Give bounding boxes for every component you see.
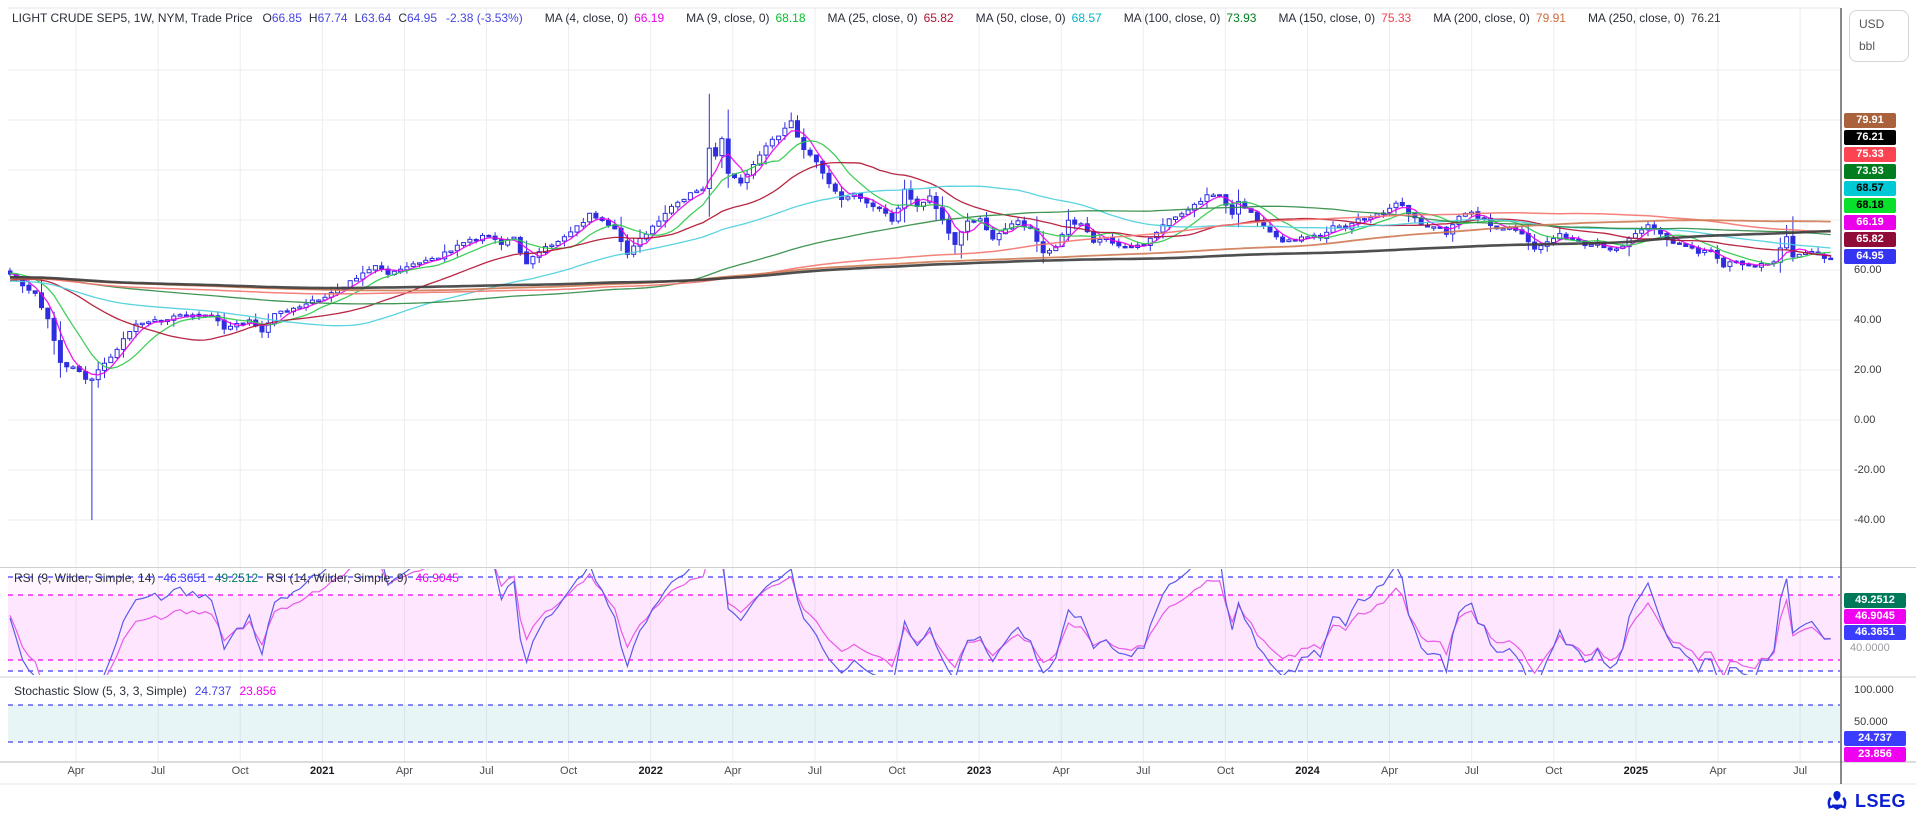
price-axis-tick: 20.00 <box>1854 364 1882 376</box>
x-axis-label: Jul <box>780 765 850 777</box>
x-axis-label: Jul <box>1108 765 1178 777</box>
price-axis-badge: 68.57 <box>1844 181 1896 196</box>
ma-legend-item[interactable]: MA (9, close, 0)68.18 <box>686 11 805 25</box>
rsi-title-segment: 46.3651 <box>163 571 206 585</box>
axis-unit-label: bbl <box>1859 39 1875 53</box>
price-axis-badge: 76.21 <box>1844 130 1896 145</box>
x-axis-label: Jul <box>452 765 522 777</box>
rsi-title-segment: 49.2512 <box>215 571 258 585</box>
lseg-logo: LSEG <box>1824 790 1906 812</box>
x-axis-label: 2022 <box>616 765 686 777</box>
ohlc-values: O66.85 H67.74 L63.64 C64.95 <box>263 11 445 25</box>
stoch-title-segment: 24.737 <box>195 684 232 698</box>
ma-legend-item[interactable]: MA (150, close, 0)75.33 <box>1278 11 1411 25</box>
x-axis-label: Oct <box>862 765 932 777</box>
lseg-logo-text: LSEG <box>1855 791 1906 812</box>
rsi-panel-title[interactable]: RSI (9, Wilder, Simple, 14) 46.3651 49.251… <box>14 571 467 585</box>
rsi-axis-badge: 46.9045 <box>1844 609 1906 624</box>
price-axis-tick: 40.00 <box>1854 314 1882 326</box>
ma-legend-item[interactable]: MA (200, close, 0)79.91 <box>1433 11 1566 25</box>
price-axis-tick: -40.00 <box>1854 514 1885 526</box>
price-axis-badge: 73.93 <box>1844 164 1896 179</box>
price-axis-tick: 0.00 <box>1854 414 1875 426</box>
x-axis-label: Apr <box>41 765 111 777</box>
ma-legend-item[interactable]: MA (100, close, 0)73.93 <box>1124 11 1257 25</box>
x-axis-label: Jul <box>1437 765 1507 777</box>
axis-unit-selector[interactable]: USD bbl <box>1849 10 1909 62</box>
price-axis-badge: 66.19 <box>1844 215 1896 230</box>
chart-legend: LIGHT CRUDE SEP5, 1W, NYM, Trade Price O… <box>12 11 1721 25</box>
ohlc-item: O66.85 <box>263 11 302 25</box>
price-axis-tick: 60.00 <box>1854 264 1882 276</box>
x-axis-label: Apr <box>1355 765 1425 777</box>
rsi-title-segment: RSI (14, Wilder, Simple, 9) <box>266 571 407 585</box>
x-axis-label: Apr <box>369 765 439 777</box>
change-value: -2.38 (-3.53%) <box>446 11 523 25</box>
ohlc-item: H67.74 <box>309 11 348 25</box>
rsi-title-segment: RSI (9, Wilder, Simple, 14) <box>14 571 155 585</box>
rsi-axis-badge: 46.3651 <box>1844 625 1906 640</box>
x-axis-label: Jul <box>1765 765 1835 777</box>
x-axis-label: Oct <box>534 765 604 777</box>
ohlc-item: C64.95 <box>398 11 437 25</box>
price-axis-badge: 65.82 <box>1844 232 1896 247</box>
stoch-title-segment: 23.856 <box>239 684 276 698</box>
ma-legend-item[interactable]: MA (4, close, 0)66.19 <box>545 11 664 25</box>
x-axis-label: 2024 <box>1273 765 1343 777</box>
stoch-axis-badge: 24.737 <box>1844 731 1906 746</box>
price-axis-badge: 68.18 <box>1844 198 1896 213</box>
stoch-panel-title[interactable]: Stochastic Slow (5, 3, 3, Simple) 24.737 2… <box>14 684 284 698</box>
x-axis-label: Apr <box>1683 765 1753 777</box>
ma-legend-item[interactable]: MA (25, close, 0)65.82 <box>828 11 954 25</box>
rsi-title-segment: 46.9045 <box>416 571 459 585</box>
axis-currency-label: USD <box>1859 17 1884 31</box>
instrument-title[interactable]: LIGHT CRUDE SEP5, 1W, NYM, Trade Price <box>12 11 253 25</box>
x-axis-label: Jul <box>123 765 193 777</box>
x-axis-label: Apr <box>698 765 768 777</box>
stoch-axis-badge: 23.856 <box>1844 747 1906 762</box>
stoch-axis-tick: 100.000 <box>1854 684 1894 696</box>
price-axis-badge: 79.91 <box>1844 113 1896 128</box>
rsi-axis-tick: 40.0000 <box>1850 642 1890 654</box>
lseg-crest-icon <box>1824 790 1850 812</box>
rsi-axis-badge: 49.2512 <box>1844 593 1906 608</box>
ma-legend-item[interactable]: MA (250, close, 0)76.21 <box>1588 11 1721 25</box>
chart-workspace: LIGHT CRUDE SEP5, 1W, NYM, Trade Price O… <box>0 0 1916 818</box>
x-axis-label: Apr <box>1026 765 1096 777</box>
ma-legend: MA (4, close, 0)66.19 MA (9, close, 0)68.… <box>523 11 1721 25</box>
stoch-title-segment: Stochastic Slow (5, 3, 3, Simple) <box>14 684 187 698</box>
x-axis-label: Oct <box>1190 765 1260 777</box>
stoch-axis-tick: 50.000 <box>1854 716 1888 728</box>
price-axis-badge: 64.95 <box>1844 249 1896 264</box>
price-axis-badge: 75.33 <box>1844 147 1896 162</box>
x-axis-label: 2021 <box>287 765 357 777</box>
ohlc-item: L63.64 <box>355 11 392 25</box>
ma-legend-item[interactable]: MA (50, close, 0)68.57 <box>976 11 1102 25</box>
x-axis-label: 2023 <box>944 765 1014 777</box>
x-axis-label: Oct <box>1519 765 1589 777</box>
chart-svg[interactable] <box>0 0 1916 818</box>
x-axis-label: Oct <box>205 765 275 777</box>
x-axis-label: 2025 <box>1601 765 1671 777</box>
price-axis-tick: -20.00 <box>1854 464 1885 476</box>
